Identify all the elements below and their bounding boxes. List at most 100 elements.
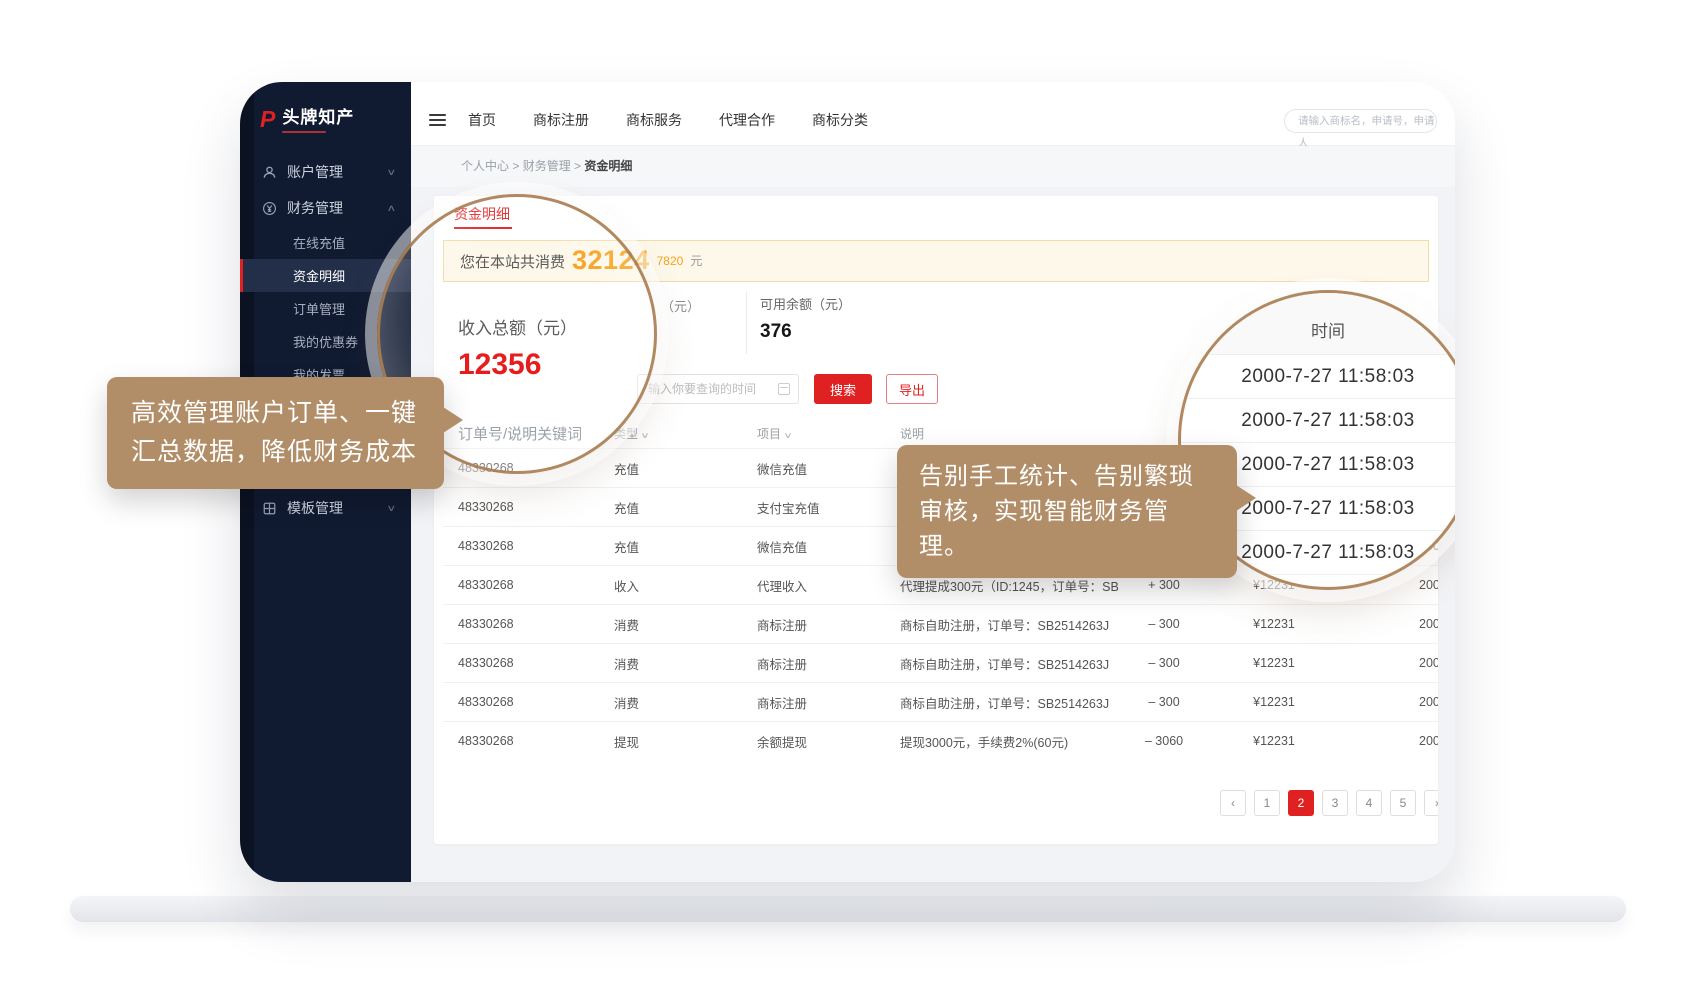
sidebar-subitem-我的发票[interactable]: 我的发票	[240, 358, 411, 391]
cell-type: 收入	[599, 576, 742, 595]
topnav-item-首页[interactable]: 首页	[468, 110, 496, 130]
cell-project: 余额提现	[742, 732, 885, 751]
cell-type: 提现	[599, 732, 742, 751]
export-button[interactable]: 导出	[886, 374, 938, 404]
template-icon	[262, 501, 277, 516]
cell-order: 48330268	[443, 656, 599, 670]
table-row: 48330268提现余额提现提现3000元，手续费2%(60元)– 3060¥1…	[443, 721, 1438, 760]
table-row: 48330268收入代理收入代理提成300元（ID:1245，订单号：SB451…	[443, 565, 1438, 604]
sidebar-item-label: 账户管理	[287, 162, 378, 182]
cell-desc: 提现3000元，手续费2%(60元)	[885, 732, 1119, 751]
banner-unit: 元	[690, 252, 702, 269]
cell-amount: – 300	[1119, 695, 1209, 709]
cell-project: 支付宝充值	[742, 498, 885, 517]
cell-project: 微信充值	[742, 537, 885, 556]
chevron-down-icon: ∨	[387, 503, 397, 514]
sidebar-item-账户管理[interactable]: 账户管理 ∨	[240, 154, 411, 190]
user-icon	[262, 165, 277, 180]
cell-type: 充值	[599, 537, 742, 556]
cell-project: 微信充值	[742, 459, 885, 478]
pagination-page-5[interactable]: 5	[1390, 790, 1416, 816]
sidebar-nav: 账户管理 ∨ 财务管理∧在线充值资金明细订单管理我的优惠券我的发票模板管理∨	[240, 154, 411, 526]
topnav-item-商标分类[interactable]: 商标分类	[812, 110, 868, 130]
stat-divider	[746, 292, 747, 354]
chevron-down-icon: ∨	[387, 167, 397, 178]
pagination-page-1[interactable]: 1	[1254, 790, 1280, 816]
topnav-item-商标服务[interactable]: 商标服务	[626, 110, 682, 130]
cell-time: 2000-7-27 11:58:03	[1339, 500, 1438, 514]
cell-project: 商标注册	[742, 693, 885, 712]
breadcrumb-item-个人中心[interactable]: 个人中心	[461, 159, 509, 173]
search-button[interactable]: 搜索	[814, 374, 872, 404]
content-area: 资金明细 您在本站共消费 32124 7820 元 收入总额（元） 12356 …	[411, 187, 1455, 882]
stat-income-label: 收入总额（元）	[458, 314, 577, 339]
header-order: 订单号/说明关键词	[443, 423, 599, 444]
sidebar-subitem-我的优惠券[interactable]: 我的优惠券	[240, 325, 411, 358]
sidebar-subitem-订单管理[interactable]: 订单管理	[240, 292, 411, 325]
table-body: 48330268充值微信充值2000-7-27 11:58:0348330268…	[443, 448, 1438, 760]
header-time: 时间	[1339, 425, 1438, 442]
cell-project: 商标注册	[742, 654, 885, 673]
cell-time: 2000-7-27 11:58:03	[1339, 578, 1438, 592]
cell-time: 2000-7-27 11:58:03	[1339, 695, 1438, 709]
sidebar-subitem-在线充值[interactable]: 在线充值	[240, 226, 411, 259]
cell-desc: 商标自助注册，订单号：SB2514263J	[885, 654, 1119, 673]
pagination-prev-button[interactable]: ‹	[1220, 790, 1246, 816]
brand-logo[interactable]: P 头牌知产	[240, 98, 411, 154]
hamburger-icon[interactable]	[429, 111, 446, 129]
table-row: 48330268消费商标注册商标自助注册，订单号：SB2514263J– 300…	[443, 682, 1438, 721]
table-row: 48330268充值支付宝充值2000-7-27 11:58:03	[443, 487, 1438, 526]
sidebar-gap	[240, 391, 411, 490]
calendar-icon	[778, 383, 790, 395]
tab-funds-detail[interactable]: 资金明细	[454, 204, 510, 224]
breadcrumb: 个人中心 > 财务管理 > 资金明细	[411, 146, 1455, 187]
sidebar-item-财务管理[interactable]: 财务管理∧	[240, 190, 411, 226]
pagination-next-button[interactable]: ›	[1424, 790, 1438, 816]
canvas: P 头牌知产 账户管理∨财务管理∧在线充值资金明细订单管理我的优惠券我的发票模板…	[0, 0, 1696, 1002]
topnav-item-商标注册[interactable]: 商标注册	[533, 110, 589, 130]
finance-icon	[262, 201, 277, 216]
cell-desc: 代理提成300元（ID:1245，订单号：SB45124）	[885, 576, 1119, 595]
search-input[interactable]: 请输入商标名，申请号，申请人	[1284, 109, 1437, 133]
laptop-base	[70, 896, 1626, 922]
pagination-page-2[interactable]: 2	[1288, 790, 1314, 816]
breadcrumb-separator: >	[571, 159, 585, 173]
cell-time: 2000-7-27 11:58:03	[1339, 617, 1438, 631]
pagination-page-3[interactable]: 3	[1322, 790, 1348, 816]
funds-detail-card: 资金明细 您在本站共消费 32124 7820 元 收入总额（元） 12356 …	[434, 196, 1438, 844]
cell-order: 48330268	[443, 461, 599, 475]
sidebar-subitem-资金明细[interactable]: 资金明细	[240, 259, 411, 292]
laptop-screen: P 头牌知产 账户管理∨财务管理∧在线充值资金明细订单管理我的优惠券我的发票模板…	[240, 82, 1455, 882]
header-type[interactable]: 类型∨	[599, 425, 742, 442]
header-project[interactable]: 项目∨	[742, 425, 885, 442]
topnav-list: 首页 商标注册 商标服务 代理合作 商标分类	[468, 82, 868, 146]
cell-balance: ¥12231	[1209, 578, 1339, 592]
cell-balance: ¥12231	[1209, 695, 1339, 709]
cell-project: 商标注册	[742, 615, 885, 634]
cell-time: 2000-7-27 11:58:03	[1339, 656, 1438, 670]
cell-amount: – 300	[1119, 617, 1209, 631]
sidebar-item-模板管理[interactable]: 模板管理∨	[240, 490, 411, 526]
cell-amount: – 300	[1119, 656, 1209, 670]
cell-order: 48330268	[443, 539, 599, 553]
date-query-input[interactable]: 输入你要查询的时间	[637, 374, 799, 404]
breadcrumb-item-资金明细[interactable]: 资金明细	[584, 159, 632, 173]
stat-income-value: 12356	[458, 348, 577, 382]
banner-amount-small: 7820	[657, 254, 684, 268]
chevron-up-icon: ∧	[387, 203, 397, 214]
brand-name: 头牌知产	[282, 108, 354, 128]
topnav-item-代理合作[interactable]: 代理合作	[719, 110, 775, 130]
stat-balance-value: 376	[760, 321, 851, 343]
breadcrumb-item-财务管理[interactable]: 财务管理	[523, 159, 571, 173]
stat-balance: 可用余额（元） 376	[760, 294, 851, 343]
pagination-page-4[interactable]: 4	[1356, 790, 1382, 816]
brand-logo-icon: P	[260, 108, 275, 130]
stat-income: 收入总额（元） 12356	[458, 314, 577, 382]
cell-type: 消费	[599, 615, 742, 634]
cell-amount: + 300	[1119, 578, 1209, 592]
stat-middle-label: （元）	[661, 296, 700, 315]
tab-active-underline	[454, 227, 512, 229]
cell-amount: – 3060	[1119, 734, 1209, 748]
transactions-table: 订单号/说明关键词 类型∨ 项目∨ 说明 时间 48330268充值微信充值20…	[443, 418, 1438, 760]
cell-order: 48330268	[443, 617, 599, 631]
